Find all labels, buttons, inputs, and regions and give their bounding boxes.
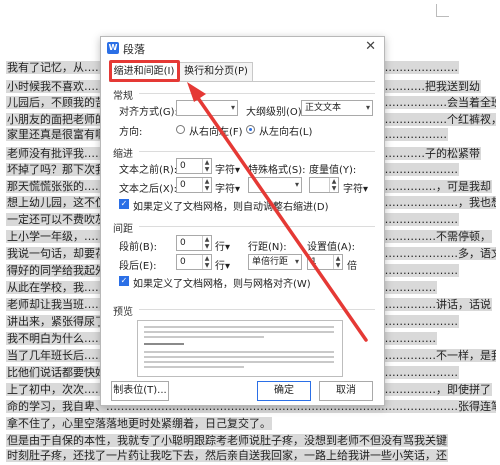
- annotation-arrow: [187, 82, 368, 342]
- arrow-head: [187, 82, 206, 102]
- arrow-shaft: [196, 96, 368, 342]
